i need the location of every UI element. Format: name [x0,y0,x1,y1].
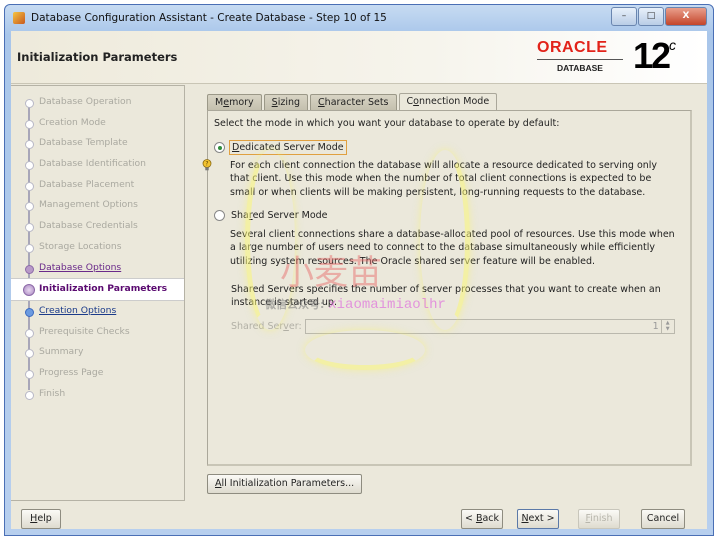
minimize-button[interactable]: – [611,7,637,26]
header-banner: Initialization Parameters ORACLE DATABAS… [11,31,707,84]
sidebar-step-database-template: Database Template [11,133,184,154]
step-label: Database Identification [39,158,146,170]
cancel-button[interactable]: Cancel [641,509,685,529]
shared-description: Several client connections share a datab… [230,229,675,267]
step-indicator-icon [25,99,34,108]
step-label: Summary [39,346,84,358]
radio-unselected-icon [214,210,225,221]
step-indicator-icon [25,369,34,379]
lightbulb-hint-icon: ? [202,159,212,171]
tab-character-sets[interactable]: Character Sets [310,94,397,110]
sidebar-step-creation-mode: Creation Mode [11,113,184,134]
step-indicator-icon [25,264,34,274]
step-label: Creation Options [39,304,117,316]
all-initialization-parameters-button[interactable]: All Initialization Parameters... [207,474,363,494]
tab-connection-mode[interactable]: Connection Mode [398,93,498,111]
sidebar-step-storage-locations: Storage Locations [11,237,184,258]
shared-server-mode-radio[interactable]: Shared Server Mode [214,209,330,222]
help-button[interactable]: Help [21,509,61,529]
step-label: Storage Locations [39,240,122,252]
shared-server-spinner[interactable]: 1 ▲ ▼ [304,319,675,334]
dbca-window: Database Configuration Assistant - Creat… [4,4,714,536]
step-indicator-icon [25,307,34,317]
step-indicator-icon [25,390,34,400]
sidebar-step-database-options[interactable]: Database Options [11,258,184,279]
tab-memory[interactable]: Memory [207,94,262,110]
step-indicator-icon [25,181,34,191]
shared-servers-note: Shared Servers specifies the number of s… [231,284,661,309]
step-label: Initialization Parameters [39,283,168,295]
step-indicator-icon [23,284,35,297]
tab-bar: Memory Sizing Character Sets Connection Mod… [207,93,499,111]
svg-text:?: ? [205,161,208,168]
sidebar-step-database-identification: Database Identification [11,154,184,175]
sidebar-step-database-placement: Database Placement [11,175,184,196]
step-indicator-icon [25,328,34,338]
radio-selected-icon [214,142,225,153]
step-label: Database Credentials [39,220,138,232]
shared-server-label: Shared Server: [231,321,302,332]
maximize-button[interactable]: □ [638,7,664,26]
tab-sizing[interactable]: Sizing [263,94,309,110]
sidebar-step-summary: Summary [11,342,184,363]
spinner-arrows-icon[interactable]: ▲ ▼ [660,320,674,333]
next-button[interactable]: Next > [517,509,559,529]
main-panel: Memory Sizing Character Sets Connection Mod… [199,85,707,499]
sidebar-step-database-credentials: Database Credentials [11,216,184,237]
sidebar-step-progress-page: Progress Page [11,363,184,384]
java-app-icon [13,12,25,24]
intro-text: Select the mode in which you want your d… [214,118,560,129]
window-client: Initialization Parameters ORACLE DATABAS… [11,31,707,529]
connection-mode-panel: Select the mode in which you want your d… [202,110,692,466]
step-indicator-icon [25,119,34,129]
step-indicator-icon [25,140,34,150]
step-label: Database Template [39,137,128,149]
title-bar[interactable]: Database Configuration Assistant - Creat… [5,5,713,31]
back-button[interactable]: < Back [461,509,503,529]
step-indicator-icon [25,349,34,359]
sidebar-step-creation-options[interactable]: Creation Options [11,301,184,322]
shared-server-field-row: Shared Server: 1 ▲ ▼ [231,319,675,334]
step-label: Prerequisite Checks [39,325,130,337]
sidebar-step-database-operation: Database Operation [11,92,184,113]
window-title: Database Configuration Assistant - Creat… [31,12,387,24]
sidebar-step-initialization-parameters: Initialization Parameters [11,278,184,301]
dedicated-server-mode-radio[interactable]: Dedicated Server Mode [214,140,347,155]
step-indicator-icon [25,223,34,233]
finish-button: Finish [578,509,620,529]
step-label: Database Options [39,261,122,273]
page-title: Initialization Parameters [17,50,178,64]
step-indicator-icon [25,202,34,212]
sidebar-step-management-options: Management Options [11,195,184,216]
step-indicator-icon [25,243,34,253]
sidebar-step-finish: Finish [11,384,184,405]
oracle-database-12c-logo: ORACLE DATABASE 12c [537,35,676,76]
wizard-steps-sidebar: Database Operation Creation Mode Database … [11,85,185,501]
step-label: Database Placement [39,178,135,190]
step-label: Management Options [39,199,138,211]
step-label: Finish [39,387,66,399]
close-button[interactable]: X [665,7,707,26]
step-label: Creation Mode [39,116,106,128]
step-label: Database Operation [39,96,132,107]
step-label: Progress Page [39,366,104,378]
step-indicator-icon [25,161,34,171]
dedicated-description: For each client connection the database … [230,160,658,198]
sidebar-step-prerequisite-checks: Prerequisite Checks [11,322,184,343]
